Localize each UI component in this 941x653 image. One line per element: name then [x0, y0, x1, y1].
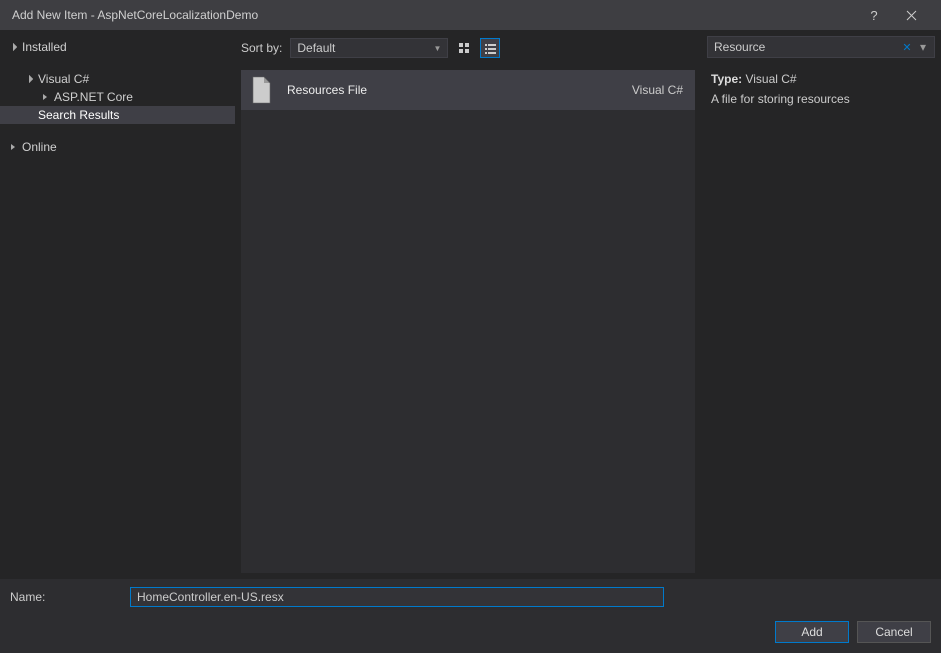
main-area: Installed Visual C# ASP.NET Core Search …: [0, 30, 941, 579]
view-small-icons-button[interactable]: [480, 38, 500, 58]
titlebar: Add New Item - AspNetCoreLocalizationDem…: [0, 0, 941, 30]
center-panel: Sort by: Default ▼ Resources File Visual…: [235, 30, 701, 579]
help-button[interactable]: ?: [859, 0, 889, 30]
close-icon: [906, 10, 917, 21]
chevron-down-icon: [8, 42, 18, 52]
tree-label: Visual C#: [38, 72, 89, 86]
tree-label: Installed: [22, 40, 67, 54]
clear-search-icon[interactable]: ✕: [900, 41, 914, 54]
chevron-down-icon: ▼: [433, 44, 441, 53]
tree-label: Search Results: [38, 108, 119, 122]
name-input[interactable]: [130, 587, 664, 607]
search-dropdown-icon[interactable]: ▾: [916, 40, 930, 54]
sort-by-value: Default: [297, 41, 335, 55]
tree-item-installed[interactable]: Installed: [0, 38, 235, 56]
name-label: Name:: [10, 590, 130, 604]
search-input[interactable]: [714, 40, 900, 54]
type-label: Type:: [711, 72, 742, 86]
tree-item-online[interactable]: Online: [0, 138, 235, 156]
dialog-title: Add New Item - AspNetCoreLocalizationDem…: [12, 8, 859, 22]
chevron-down-icon: [24, 74, 34, 84]
chevron-right-icon: [8, 142, 18, 152]
search-box[interactable]: ✕ ▾: [707, 36, 935, 58]
tree-item-aspnet-core[interactable]: ASP.NET Core: [0, 88, 235, 106]
category-tree: Installed Visual C# ASP.NET Core Search …: [0, 30, 235, 579]
bottom-bar: Name: Add Cancel: [0, 579, 941, 653]
view-medium-icons-button[interactable]: [454, 38, 474, 58]
button-row: Add Cancel: [10, 621, 931, 643]
template-list: Resources File Visual C#: [241, 70, 695, 573]
toolbar: Sort by: Default ▼: [235, 30, 701, 60]
info-body: Type: Visual C# A file for storing resou…: [701, 68, 941, 110]
info-type-row: Type: Visual C#: [711, 72, 931, 86]
close-button[interactable]: [889, 0, 933, 30]
info-panel: ✕ ▾ Type: Visual C# A file for storing r…: [701, 30, 941, 579]
tree-arrow-placeholder: [24, 110, 34, 120]
cancel-button[interactable]: Cancel: [857, 621, 931, 643]
grid-icon: [458, 42, 471, 55]
template-name: Resources File: [287, 83, 632, 97]
template-language: Visual C#: [632, 83, 683, 97]
tree-item-search-results[interactable]: Search Results: [0, 106, 235, 124]
file-icon: [247, 76, 275, 104]
tree-item-visual-csharp[interactable]: Visual C#: [0, 70, 235, 88]
tree-label: ASP.NET Core: [54, 90, 133, 104]
name-row: Name:: [10, 587, 931, 607]
tree-label: Online: [22, 140, 57, 154]
add-button[interactable]: Add: [775, 621, 849, 643]
type-value: Visual C#: [745, 72, 796, 86]
sort-by-label: Sort by:: [241, 41, 282, 55]
sort-by-dropdown[interactable]: Default ▼: [290, 38, 448, 58]
chevron-right-icon: [40, 92, 50, 102]
info-description: A file for storing resources: [711, 92, 931, 106]
list-icon: [484, 42, 497, 55]
template-item-resources-file[interactable]: Resources File Visual C#: [241, 70, 695, 110]
